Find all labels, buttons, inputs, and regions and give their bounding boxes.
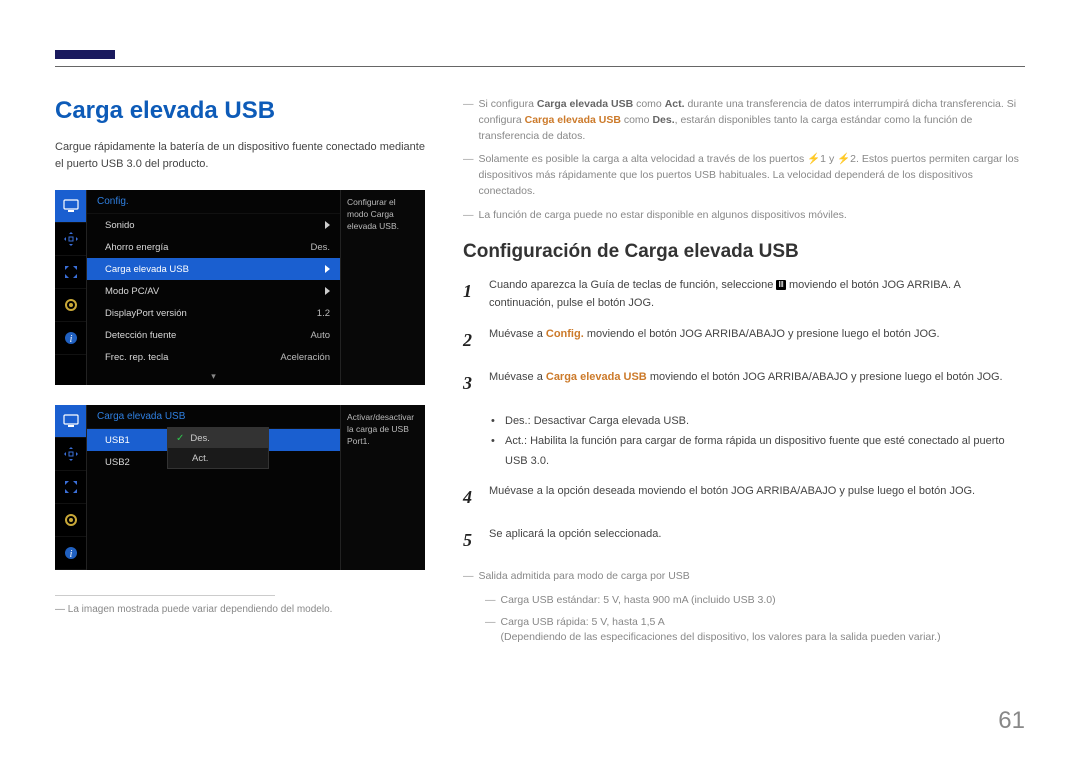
image-footnote: ― La imagen mostrada puede variar depend… (55, 604, 425, 615)
osd-header: Config. (87, 190, 340, 214)
bullet-act: •Act.: Habilita la función para cargar d… (491, 432, 1025, 472)
chevron-right-icon (325, 265, 330, 273)
page-number: 61 (998, 707, 1025, 735)
step-1: 1 Cuando aparezca la Guía de teclas de f… (463, 277, 1025, 312)
bullet-des: •Des.: Desactivar Carga elevada USB. (491, 412, 1025, 432)
step-5: 5 Se aplicará la opción seleccionada. (463, 526, 1025, 555)
move-icon (55, 223, 86, 256)
chevron-right-icon (325, 221, 330, 229)
header-accent-bar (55, 50, 115, 59)
check-icon: ✓ (176, 433, 184, 444)
menu-icon: Ⅲ (776, 280, 786, 290)
step-2: 2 Muévase a Config. moviendo el botón JO… (463, 326, 1025, 355)
osd-menu-list: Carga elevada USB USB1 USB2 ✓Des. Act. (87, 405, 340, 570)
step-4: 4 Muévase a la opción deseada moviendo e… (463, 483, 1025, 512)
osd-row-frec: Frec. rep. teclaAceleración (87, 346, 340, 368)
osd-menu-list: Config. Sonido Ahorro energíaDes. Carga … (87, 190, 340, 385)
option-act: Act. (168, 448, 268, 468)
osd-sidebar: i (55, 190, 87, 385)
monitor-icon (55, 405, 86, 438)
option-bullets: •Des.: Desactivar Carga elevada USB. •Ac… (491, 412, 1025, 471)
osd-row-ahorro: Ahorro energíaDes. (87, 236, 340, 258)
osd-description: Configurar el modo Carga elevada USB. (340, 190, 425, 385)
osd-row-carga-elevada: Carga elevada USB (87, 258, 340, 280)
chevron-right-icon (325, 287, 330, 295)
section-title: Configuración de Carga elevada USB (463, 241, 1025, 263)
left-column: Carga elevada USB Cargue rápidamente la … (55, 97, 425, 652)
resize-icon (55, 256, 86, 289)
page-title: Carga elevada USB (55, 97, 425, 125)
footnote-separator (55, 595, 275, 596)
svg-text:i: i (69, 549, 72, 560)
osd-option-dropdown: ✓Des. Act. (167, 427, 269, 469)
note-mobile: La función de carga puede no estar dispo… (463, 208, 1025, 224)
note-act-des: Si configura Carga elevada USB como Act.… (463, 97, 1025, 144)
osd-row-sonido: Sonido (87, 214, 340, 236)
scroll-down-icon: ▾ (87, 368, 340, 385)
osd-screenshot-carga: i Carga elevada USB USB1 USB2 ✓Des. Act.… (55, 405, 425, 570)
intro-text: Cargue rápidamente la batería de un disp… (55, 139, 425, 172)
osd-row-deteccion: Detección fuenteAuto (87, 324, 340, 346)
gear-icon (55, 289, 86, 322)
osd-row-displayport: DisplayPort versión1.2 (87, 302, 340, 324)
option-des: ✓Des. (168, 428, 268, 448)
note-standard-charge: Carga USB estándar: 5 V, hasta 900 mA (i… (485, 593, 1025, 609)
resize-icon (55, 471, 86, 504)
osd-header: Carga elevada USB (87, 405, 340, 429)
svg-text:i: i (69, 334, 72, 345)
move-icon (55, 438, 86, 471)
note-output-supported: Salida admitida para modo de carga por U… (463, 569, 1025, 585)
monitor-icon (55, 190, 86, 223)
gear-icon (55, 504, 86, 537)
step-3: 3 Muévase a Carga elevada USB moviendo e… (463, 369, 1025, 398)
osd-row-modo-pcav: Modo PC/AV (87, 280, 340, 302)
info-icon: i (55, 322, 86, 355)
note-ports: Solamente es posible la carga a alta vel… (463, 152, 1025, 199)
note-fast-charge: Carga USB rápida: 5 V, hasta 1,5 A(Depen… (485, 615, 1025, 647)
osd-sidebar: i (55, 405, 87, 570)
osd-screenshot-config: i Config. Sonido Ahorro energíaDes. Carg… (55, 190, 425, 385)
info-icon: i (55, 537, 86, 570)
osd-description: Activar/desactivar la carga de USB Port1… (340, 405, 425, 570)
right-column: Si configura Carga elevada USB como Act.… (463, 97, 1025, 652)
header-divider (55, 66, 1025, 67)
